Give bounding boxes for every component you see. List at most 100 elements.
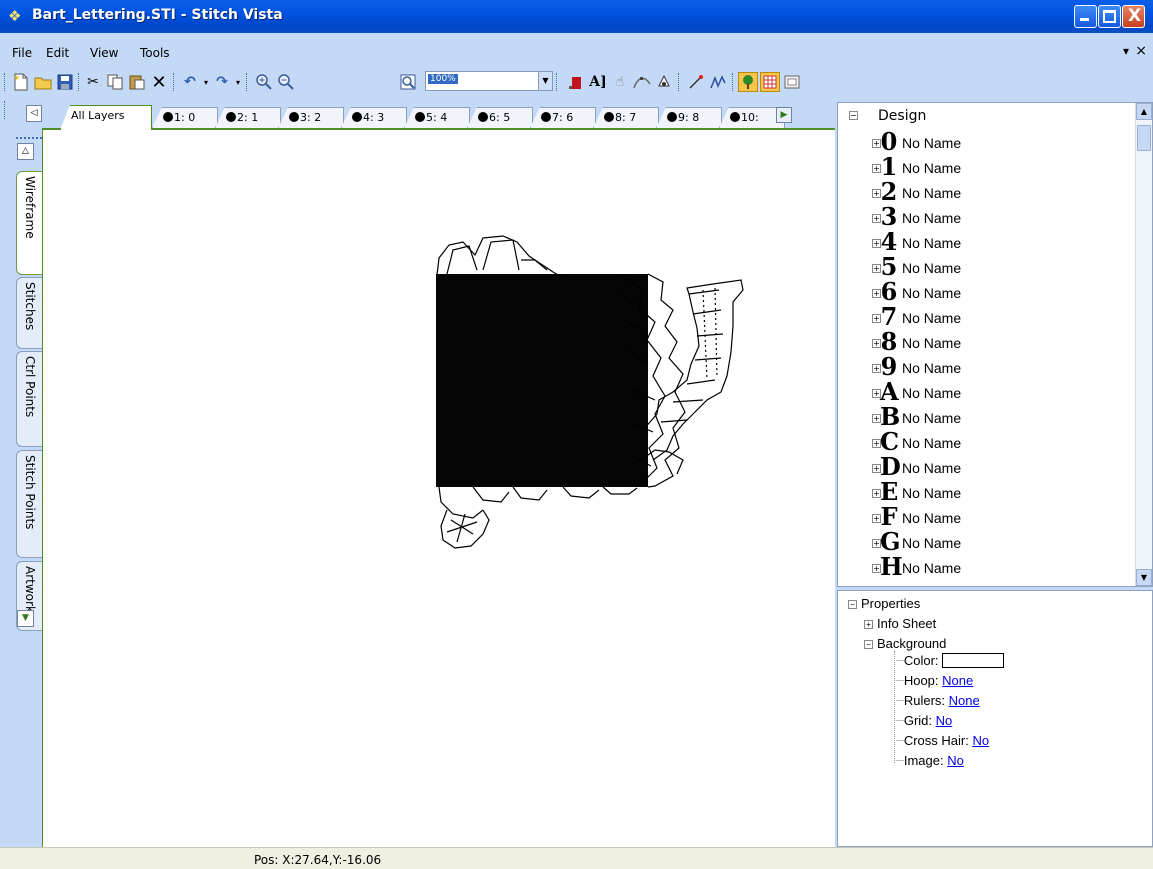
design-tree-scrollbar[interactable]: ▲ ▼ <box>1135 103 1152 586</box>
zoom-in-icon[interactable] <box>254 72 274 92</box>
expand-icon[interactable]: + <box>864 620 873 629</box>
new-icon[interactable]: ✶ <box>11 72 31 92</box>
collapse-icon[interactable]: − <box>864 640 873 649</box>
tree-node[interactable]: +1 No Name <box>872 152 1122 181</box>
zoom-out-icon[interactable] <box>276 72 296 92</box>
delete-icon[interactable]: ✕ <box>149 72 169 93</box>
open-icon[interactable] <box>33 72 53 92</box>
tab-layer-6[interactable]: 6: 5 <box>467 107 533 128</box>
tree-node[interactable]: +7 No Name <box>872 302 1122 331</box>
zoom-fit-icon[interactable] <box>398 72 418 92</box>
tree-node[interactable]: +6 No Name <box>872 277 1122 306</box>
tab-stitches[interactable]: Stitches <box>16 277 42 349</box>
tab-all-layers[interactable]: All Layers <box>60 105 152 130</box>
curve-icon[interactable] <box>632 72 652 92</box>
tree-view-icon[interactable] <box>738 72 758 92</box>
redo-dropdown-icon[interactable]: ▾ <box>228 72 248 92</box>
tab-layer-9[interactable]: 9: 8 <box>656 107 722 128</box>
tab-layer-2[interactable]: 2: 1 <box>215 107 281 128</box>
tab-stitch-points[interactable]: Stitch Points <box>16 450 42 558</box>
tree-node[interactable]: + G No Name <box>872 527 1122 556</box>
maximize-button[interactable] <box>1098 5 1121 28</box>
tab-layer-1[interactable]: 1: 0 <box>152 107 218 128</box>
menu-tools[interactable]: Tools <box>140 46 170 60</box>
image-link[interactable]: No <box>947 753 964 768</box>
tree-node[interactable]: + A No Name <box>872 377 1122 406</box>
color-swatch[interactable] <box>942 653 1005 668</box>
text-icon[interactable]: A] <box>588 72 608 92</box>
minimize-button[interactable] <box>1074 5 1097 28</box>
properties-header[interactable]: − Properties <box>848 596 920 611</box>
layer-tabs-left-button[interactable]: ◁ <box>26 105 42 122</box>
tree-node[interactable]: + H No Name <box>872 552 1122 581</box>
tab-layer-8[interactable]: 8: 7 <box>593 107 659 128</box>
background-node[interactable]: − Background <box>864 636 946 651</box>
zoom-level-value: 100% <box>428 74 458 84</box>
tree-node[interactable]: +2 No Name <box>872 177 1122 206</box>
tree-node[interactable]: +5 No Name <box>872 252 1122 281</box>
app-icon: ❖ <box>8 7 22 25</box>
design-canvas[interactable] <box>42 130 835 847</box>
collapse-icon[interactable]: − <box>848 600 857 609</box>
menu-view[interactable]: View <box>90 46 118 60</box>
menu-file[interactable]: File <box>12 46 32 60</box>
zoom-level-select[interactable]: 100% ▼ <box>425 71 553 91</box>
tree-node[interactable]: +9 No Name <box>872 352 1122 381</box>
properties-panel: − Properties + Info Sheet − Background ┈Col… <box>837 590 1153 847</box>
layer-dot-icon <box>478 112 488 122</box>
grid-link[interactable]: No <box>936 713 953 728</box>
scroll-up-button[interactable]: ▲ <box>1136 103 1152 120</box>
layer-dot-icon <box>163 112 173 122</box>
side-tabs-down-button[interactable]: ▼ <box>17 610 34 627</box>
collapse-icon[interactable]: − <box>849 111 858 120</box>
close-button[interactable]: X <box>1122 5 1145 28</box>
fill-icon[interactable] <box>566 72 586 92</box>
scroll-thumb[interactable] <box>1137 125 1151 151</box>
menu-pin-icon[interactable]: ▾ <box>1123 44 1129 58</box>
design-tree[interactable]: − Design +0 No Name +1 No Name +2 No Name +3… <box>837 102 1153 587</box>
grid-view-icon[interactable] <box>760 72 780 92</box>
tab-layer-4[interactable]: 4: 3 <box>341 107 407 128</box>
tree-node[interactable]: + F No Name <box>872 502 1122 531</box>
tree-node[interactable]: +8 No Name <box>872 327 1122 356</box>
title-bar[interactable]: ❖ Bart_Lettering.STI - Stitch Vista X <box>0 0 1153 33</box>
layer-dot-icon <box>730 112 740 122</box>
save-icon[interactable] <box>55 72 75 92</box>
window-title: Bart_Lettering.STI - Stitch Vista <box>32 7 283 23</box>
tab-wireframe[interactable]: Wireframe <box>16 171 42 275</box>
preview-icon[interactable] <box>782 72 802 92</box>
tab-layer-7[interactable]: 7: 6 <box>530 107 596 128</box>
menu-edit[interactable]: Edit <box>46 46 69 60</box>
tree-node[interactable]: + B No Name <box>872 402 1122 431</box>
node-icon[interactable] <box>654 72 674 92</box>
copy-icon[interactable] <box>105 72 125 92</box>
info-sheet-node[interactable]: + Info Sheet <box>864 616 936 631</box>
minimize-icon <box>1080 18 1089 21</box>
tab-ctrl-points[interactable]: Ctrl Points <box>16 351 42 447</box>
tree-node[interactable]: +0 No Name <box>872 127 1122 156</box>
crosshair-link[interactable]: No <box>972 733 989 748</box>
stitch-icon[interactable] <box>708 72 728 92</box>
chevron-down-icon[interactable]: ▼ <box>538 72 552 90</box>
rulers-link[interactable]: None <box>949 693 980 708</box>
hoop-link[interactable]: None <box>942 673 973 688</box>
needle-icon[interactable] <box>686 72 706 92</box>
menu-close-icon[interactable]: × <box>1135 43 1147 59</box>
paste-icon[interactable] <box>127 72 147 92</box>
layer-tabs-right-button[interactable]: ▶ <box>776 107 792 123</box>
toolbar-grip[interactable] <box>4 73 6 91</box>
menu-bar: File Edit View Tools ▾ × <box>0 33 1153 67</box>
design-tree-header[interactable]: − Design <box>849 108 926 124</box>
tree-node[interactable]: + C No Name <box>872 427 1122 456</box>
tree-node[interactable]: + E No Name <box>872 477 1122 506</box>
tree-node[interactable]: +4 No Name <box>872 227 1122 256</box>
tab-layer-3[interactable]: 3: 2 <box>278 107 344 128</box>
scroll-down-button[interactable]: ▼ <box>1136 569 1152 586</box>
tab-layer-5[interactable]: 5: 4 <box>404 107 470 128</box>
cut-icon[interactable]: ✂ <box>83 72 103 92</box>
hand-icon[interactable]: ☝ <box>610 72 630 92</box>
hoop-property: ┈Hoop: None <box>896 673 974 688</box>
tree-node[interactable]: + D No Name <box>872 452 1122 481</box>
side-tabs-up-button[interactable]: △ <box>17 143 34 160</box>
tree-node[interactable]: +3 No Name <box>872 202 1122 231</box>
